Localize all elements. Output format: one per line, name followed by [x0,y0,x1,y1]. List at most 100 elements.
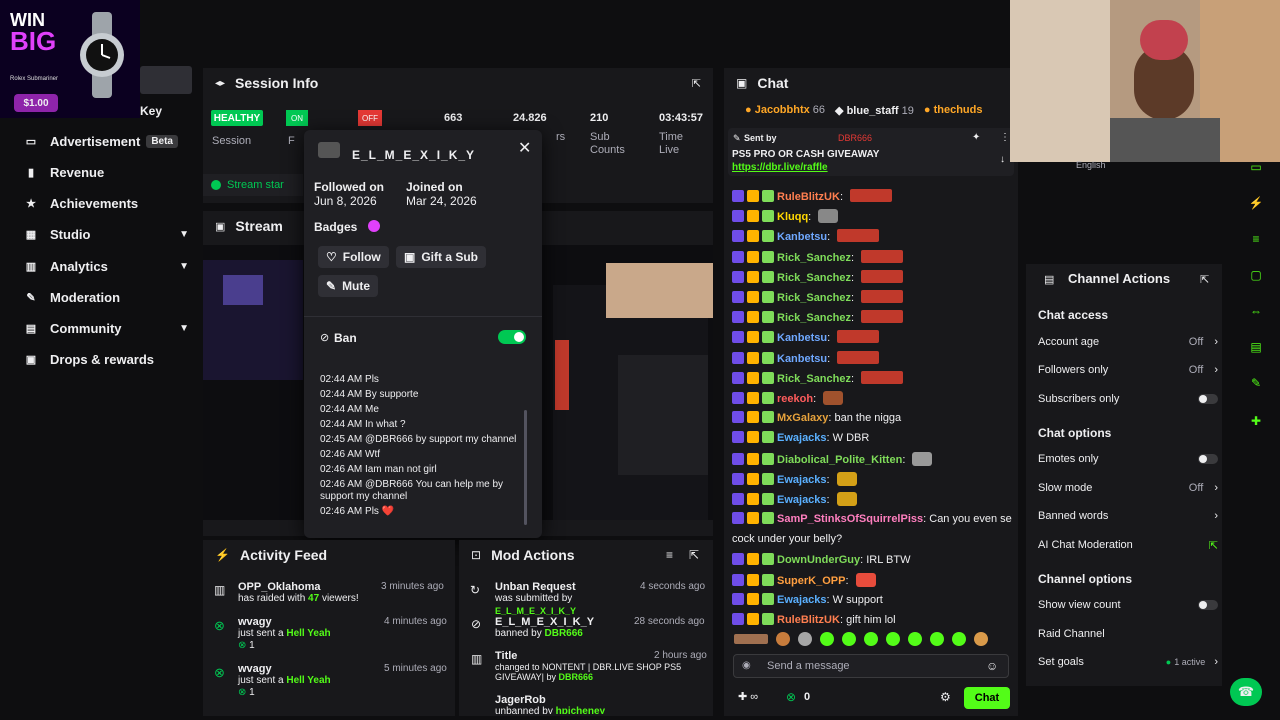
wrench-icon[interactable]: ✎ [1247,374,1265,392]
help-bubble-icon[interactable]: ☎ [1230,678,1262,706]
sidebar-item-analytics[interactable]: ▥ Analytics ▼ [24,255,189,277]
emoji-icon[interactable]: ☺ [986,659,998,673]
link-icon[interactable]: ⇔ [1247,302,1265,320]
puzzle-icon[interactable]: ✚ [1247,412,1265,430]
chat-message[interactable]: SuperK_OPP: [732,572,1012,588]
sidebar-item-studio[interactable]: ▦ Studio ▼ [24,223,189,245]
chat-username[interactable]: Kanbetsu [777,332,827,344]
chat-username[interactable]: Rick_Sanchez [777,312,851,324]
chat-username[interactable]: SamP_StinksOfSquirrelPiss [777,513,923,525]
sidebar-item-advertisement[interactable]: ▭ Advertisement Beta [24,130,189,152]
chat-username[interactable]: Ewajacks [777,432,827,444]
set-goals-row[interactable]: Set goals ● 1 active › [1038,654,1218,670]
chat-message[interactable]: cock under your belly? [732,532,1012,546]
beta-badge: Beta [146,134,178,148]
sidebar-item-community[interactable]: ▤ Community ▼ [24,317,189,339]
chat-username[interactable]: RuleBlitzUK [777,191,840,203]
lightning-icon[interactable]: ⚡ [1247,194,1265,212]
emotes-only-toggle[interactable] [1198,454,1218,464]
gear-icon[interactable]: ⚙ [940,690,951,704]
raid-channel-row[interactable]: Raid Channel [1038,626,1218,642]
panel-icon[interactable]: ▤ [1247,338,1265,356]
chat-message[interactable]: SamP_StinksOfSquirrelPiss: Can you even … [732,512,1012,526]
chat-input-icon: ◉ [742,660,751,671]
chat-message[interactable]: Rick_Sanchez: [732,310,1012,325]
chat-username[interactable]: Kluqq [777,211,808,223]
list-icon[interactable]: ≡ [1247,230,1265,248]
sidebar-item-drops[interactable]: ▣ Drops & rewards [24,348,189,370]
chat-message[interactable]: Kanbetsu: [732,330,1012,345]
popout-icon[interactable]: ⇱ [1200,273,1209,286]
sidebar-item-moderation[interactable]: ✎ Moderation [24,286,189,308]
pin-icon[interactable]: ✦ [972,132,980,143]
chat-message[interactable]: Ewajacks: W support [732,593,1012,607]
show-view-count-row[interactable]: Show view count [1038,597,1218,613]
chat-icon[interactable]: ▢ [1247,266,1265,284]
chat-username[interactable]: Rick_Sanchez [777,292,851,304]
view-count-toggle[interactable] [1198,600,1218,610]
chat-message[interactable]: Kanbetsu: [732,350,1012,366]
settings-gear-icon[interactable]: ✚ ∞ [738,690,758,703]
chat-username[interactable]: Rick_Sanchez [777,373,851,385]
pinned-message[interactable]: ✎ Sent by DBR666 ✦ ⋮ PS5 PRO OR CASH GIV… [728,128,1014,176]
chevron-right-icon: › [1214,336,1218,348]
chat-username[interactable]: Kanbetsu [777,353,827,365]
chat-message[interactable]: Ewajacks: [732,492,1012,507]
emotes-only-row[interactable]: Emotes only [1038,451,1218,467]
chat-username[interactable]: reekoh [777,393,813,405]
log-scrollbar[interactable] [524,410,527,525]
more-icon[interactable]: ⋮ [1000,132,1010,143]
ban-toggle[interactable] [498,330,526,344]
chat-message[interactable]: RuleBlitzUK: gift him lol [732,613,1012,627]
chat-message[interactable]: Rick_Sanchez: [732,249,1012,265]
window-icon[interactable]: ▭ [1247,158,1265,176]
chat-message[interactable]: Ewajacks: [732,471,1012,487]
chat-username[interactable]: Ewajacks [777,594,827,606]
chat-username[interactable]: Diabolical_Polite_Kitten [777,454,902,466]
sidebar-item-label: Drops & rewards [50,351,155,367]
chat-username[interactable]: Rick_Sanchez [777,252,851,264]
chat-username[interactable]: Ewajacks [777,494,827,506]
send-chat-button[interactable]: Chat [964,687,1010,709]
chat-message[interactable]: RuleBlitzUK: [732,189,1012,204]
chat-username[interactable]: Rick_Sanchez [777,272,851,284]
popout-icon[interactable]: ⇱ [692,77,701,90]
chat-message[interactable]: Kluqq: [732,209,1012,224]
banned-words-row[interactable]: Banned words › [1038,508,1218,524]
follow-button[interactable]: ♡ Follow [318,246,389,268]
chat-message[interactable]: Rick_Sanchez: [732,370,1012,386]
chat-username[interactable]: MxGalaxy [777,412,828,424]
close-icon[interactable]: ✕ [518,138,531,158]
chat-username[interactable]: Ewajacks [777,474,827,486]
chat-username[interactable]: DownUnderGuy [777,554,860,566]
gift-sub-button[interactable]: ▣ Gift a Sub [396,246,487,268]
slow-mode-row[interactable]: Slow mode Off › [1038,480,1218,496]
arrow-down-icon[interactable]: ↓ [1000,154,1005,165]
chat-message[interactable]: Kanbetsu: [732,229,1012,244]
chat-input[interactable]: ◉ Send a message ☺ [733,654,1009,678]
chat-message[interactable]: Rick_Sanchez: [732,269,1012,285]
user-badge-icon [732,250,744,263]
popout-icon[interactable]: ⇱ [689,548,699,562]
ai-moderation-row[interactable]: AI Chat Moderation ⇱ [1038,537,1218,553]
subscribers-only-toggle[interactable] [1198,394,1218,404]
chat-message[interactable]: DownUnderGuy: IRL BTW [732,552,1012,567]
followers-label: rs [556,131,566,143]
account-age-row[interactable]: Account age Off › [1038,334,1218,350]
subscribers-only-row[interactable]: Subscribers only [1038,391,1218,407]
chevron-down-icon: ▼ [179,228,189,240]
nav-key-button[interactable] [140,66,192,94]
chat-username[interactable]: SuperK_OPP [777,575,845,587]
chat-username[interactable]: RuleBlitzUK [777,614,840,626]
chat-message[interactable]: Diabolical_Polite_Kitten: [732,451,1012,467]
chat-message[interactable]: Ewajacks: W DBR [732,431,1012,445]
followers-only-row[interactable]: Followers only Off › [1038,362,1218,378]
filter-icon[interactable]: ≡ [666,548,673,562]
chat-username[interactable]: Kanbetsu [777,231,827,243]
mute-button[interactable]: ✎ Mute [318,275,379,297]
chat-message[interactable]: Rick_Sanchez: [732,290,1012,305]
sidebar-item-revenue[interactable]: ▮ Revenue [24,161,189,183]
sidebar-item-achievements[interactable]: ★ Achievements [24,192,189,214]
chat-message[interactable]: MxGalaxy: ban the nigga [732,411,1012,425]
chat-message[interactable]: reekoh: [732,391,1012,406]
